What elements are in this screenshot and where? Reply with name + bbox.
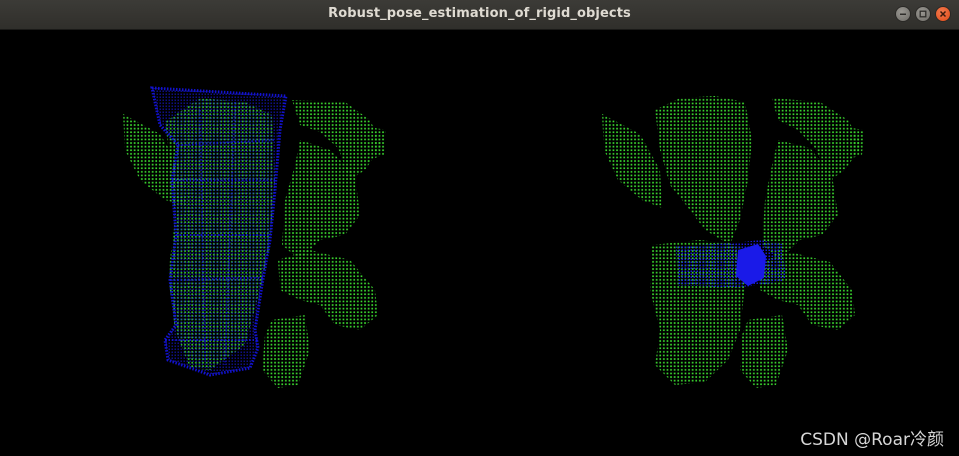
watermark-text: CSDN @Roar冷颜: [800, 430, 944, 450]
window-controls: [895, 6, 951, 22]
point-cloud-viewer[interactable]: [0, 30, 959, 456]
close-icon[interactable]: [935, 6, 951, 22]
right-view-object-cloud: [676, 240, 786, 288]
minimize-icon[interactable]: [895, 6, 911, 22]
app-window: Robust_pose_estimation_of_rigid_objects: [0, 0, 959, 456]
window-title: Robust_pose_estimation_of_rigid_objects: [328, 6, 631, 21]
maximize-icon[interactable]: [915, 6, 931, 22]
left-view-object-cloud: [150, 86, 288, 377]
right-view-scene-cloud: [602, 96, 864, 388]
title-bar[interactable]: Robust_pose_estimation_of_rigid_objects: [0, 0, 959, 30]
